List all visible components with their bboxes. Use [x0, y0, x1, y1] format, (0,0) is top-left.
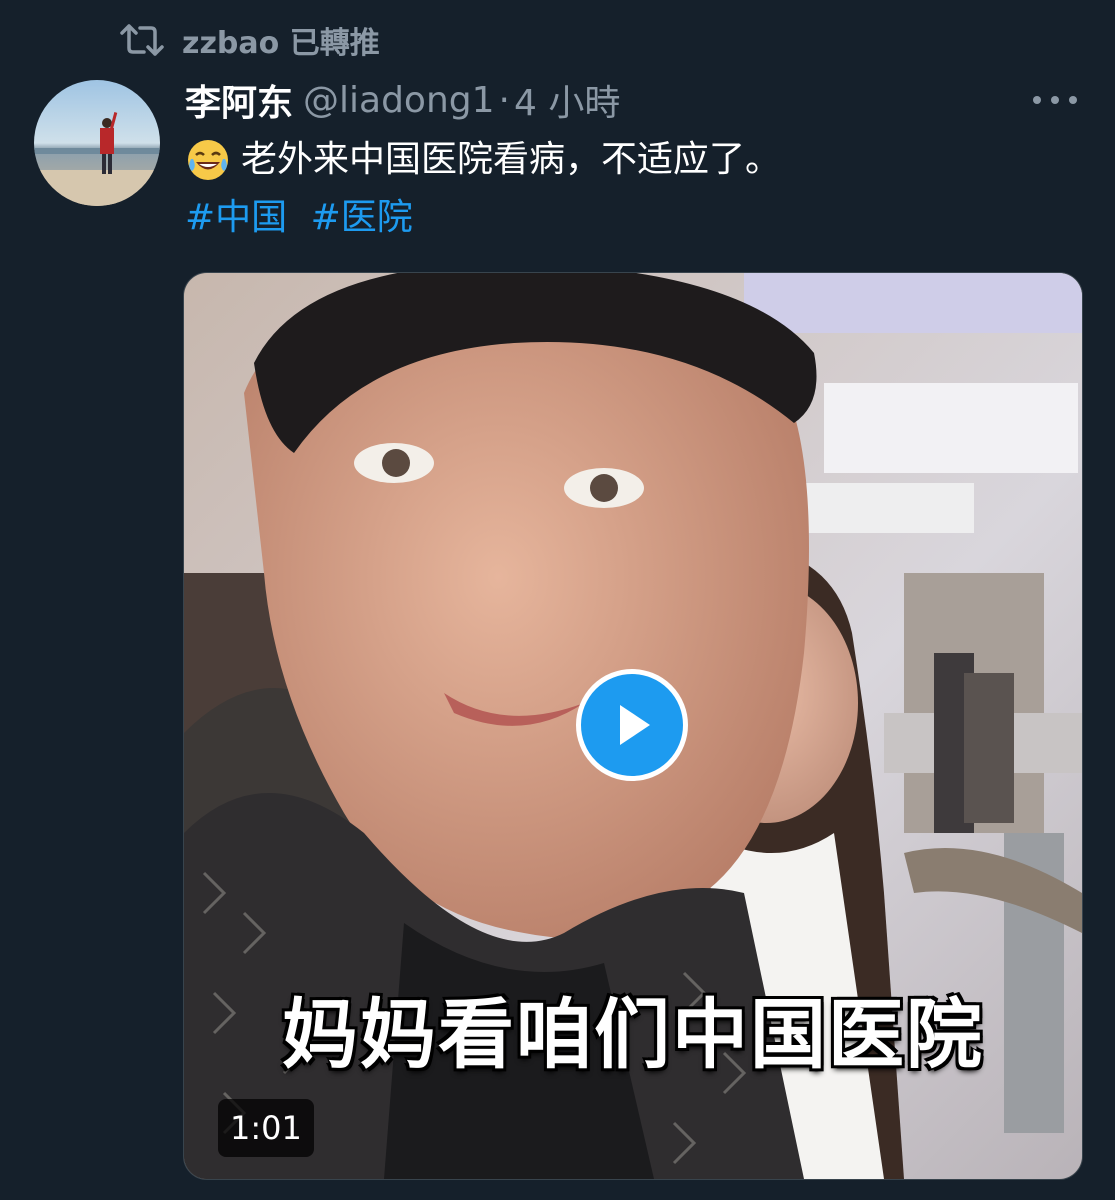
avatar[interactable] [34, 80, 160, 206]
retweet-icon [120, 24, 164, 56]
retweet-context[interactable]: zzbao 已轉推 [120, 18, 380, 62]
separator-dot: · [498, 79, 510, 121]
tweet-body: 老外来中国医院看病，不适应了。 [241, 139, 782, 180]
video-duration-badge: 1:01 [218, 1099, 314, 1157]
more-icon[interactable] [1033, 82, 1077, 118]
play-button[interactable] [576, 669, 688, 781]
retweet-label: zzbao 已轉推 [182, 26, 380, 61]
user-handle[interactable]: @liadong1 [303, 80, 495, 121]
video-caption: 妈妈看咱们中国医院 [282, 990, 984, 1079]
tweet-text: 老外来中国医院看病，不适应了。 [185, 134, 781, 186]
tweet[interactable]: zzbao 已轉推 李阿东 @liadong1 · 4 小時 老外来中国医院看病… [0, 0, 1115, 1200]
video-player[interactable]: 妈妈看咱们中国医院 1:01 [183, 272, 1083, 1180]
tweet-header: 李阿东 @liadong1 · 4 小時 [185, 74, 620, 126]
hashtag-link[interactable]: #中国 [185, 197, 287, 238]
timestamp[interactable]: 4 小時 [514, 74, 620, 126]
hashtag-link[interactable]: #医院 [311, 197, 413, 238]
play-icon [620, 705, 650, 745]
laughing-tears-emoji [188, 140, 228, 180]
hashtag-row: #中国 #医院 [185, 192, 425, 244]
display-name[interactable]: 李阿东 [185, 74, 293, 126]
